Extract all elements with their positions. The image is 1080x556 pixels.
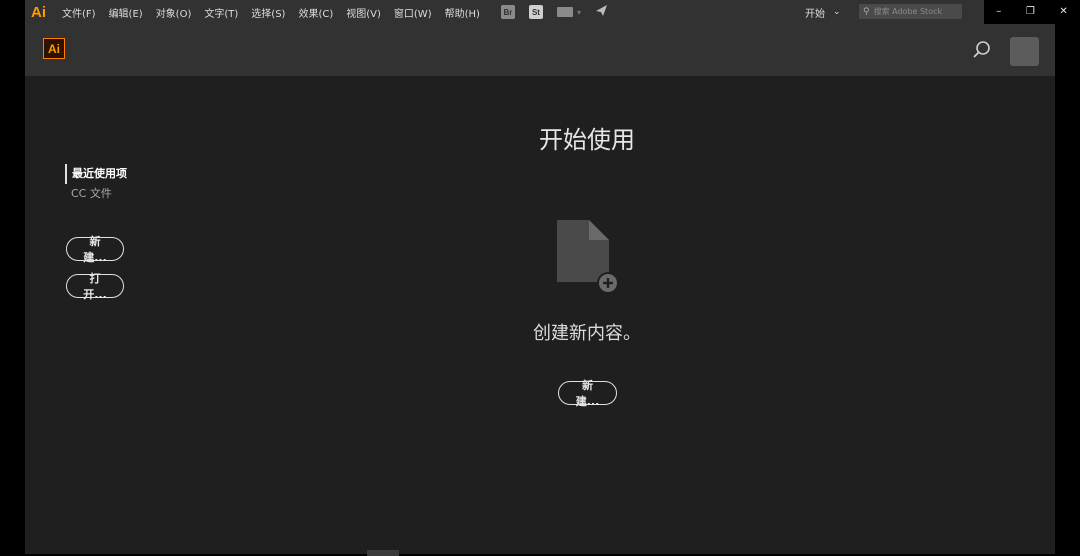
page-title: 开始使用	[539, 126, 635, 154]
toolbar-icons: Br St ▾	[500, 4, 622, 21]
ai-logo: Ai	[43, 38, 65, 59]
menu-object[interactable]: 对象(O)	[156, 5, 192, 20]
search-icon	[973, 41, 990, 58]
chevron-down-icon: ⌄	[833, 7, 841, 17]
stock-search-placeholder: 搜索 Adobe Stock	[873, 7, 943, 16]
window-controls: – ❐ ✕	[984, 0, 1080, 22]
new-button[interactable]: 新建...	[558, 379, 617, 408]
stock-search-input[interactable]: ⚲ 搜索 Adobe Stock	[859, 4, 962, 19]
app-logo[interactable]: Ai	[25, 1, 52, 23]
sidebar: 最近使用项 CC 文件	[65, 164, 127, 204]
new-document-icon	[555, 218, 623, 298]
sidebar-item-cc-files[interactable]: CC 文件	[65, 184, 127, 204]
workspace-switcher[interactable]: 开始 ⌄	[805, 0, 841, 24]
restore-button[interactable]: ❐	[1026, 6, 1035, 17]
send-icon[interactable]	[595, 4, 608, 21]
close-button[interactable]: ✕	[1059, 6, 1067, 17]
app-header: Ai	[25, 24, 1055, 76]
search-icon: ⚲	[863, 6, 870, 17]
search-button[interactable]	[971, 39, 993, 61]
menu-file[interactable]: 文件(F)	[62, 5, 96, 20]
menu-effect[interactable]: 效果(C)	[298, 5, 333, 20]
create-new-message: 创建新内容。	[533, 323, 641, 344]
sidebar-new-button[interactable]: 新建...	[66, 235, 124, 264]
arrange-documents-icon[interactable]	[556, 7, 573, 17]
menu-type[interactable]: 文字(T)	[204, 5, 238, 20]
bridge-icon[interactable]: Br	[500, 5, 515, 19]
avatar[interactable]	[1010, 37, 1039, 66]
minimize-button[interactable]: –	[996, 6, 1001, 17]
menu-help[interactable]: 帮助(H)	[445, 5, 480, 20]
workspace-label: 开始	[805, 8, 825, 20]
stock-icon[interactable]: St	[528, 5, 543, 19]
menu-edit[interactable]: 编辑(E)	[109, 5, 143, 20]
menu-list: 文件(F) 编辑(E) 对象(O) 文字(T) 选择(S) 效果(C) 视图(V…	[62, 5, 493, 20]
menu-select[interactable]: 选择(S)	[251, 5, 285, 20]
start-screen: Ai 最近使用项 CC 文件 新建... 打开... 开始使用 创建新内容。 新…	[25, 24, 1055, 554]
menu-window[interactable]: 窗口(W)	[394, 5, 432, 20]
window-border	[1055, 24, 1080, 556]
sidebar-item-recent[interactable]: 最近使用项	[65, 164, 127, 184]
scrollbar[interactable]	[367, 550, 399, 556]
sidebar-open-button[interactable]: 打开...	[66, 272, 124, 301]
chevron-down-icon[interactable]: ▾	[577, 8, 581, 17]
menu-view[interactable]: 视图(V)	[346, 5, 381, 20]
